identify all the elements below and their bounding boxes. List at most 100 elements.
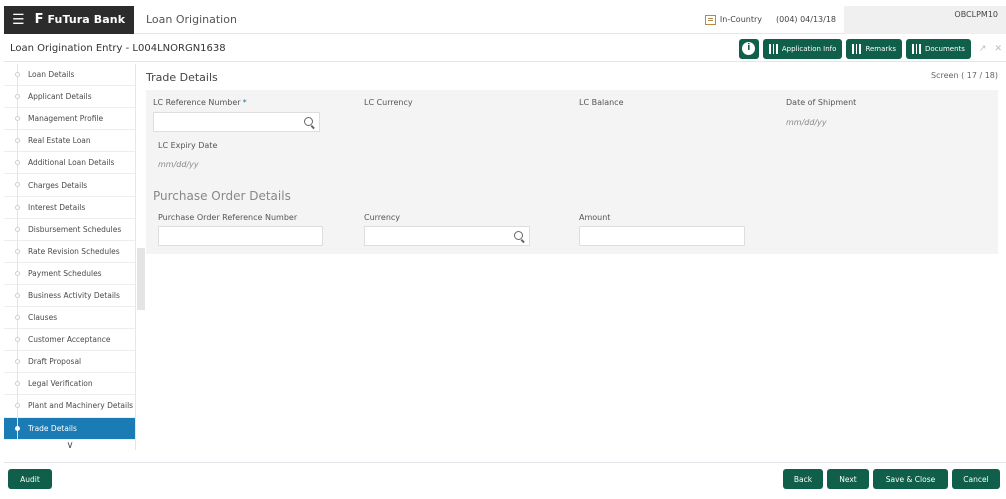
sidebar-item-plant-and-machinery-details[interactable]: Plant and Machinery Details bbox=[4, 395, 135, 418]
remarks-button[interactable]: Remarks bbox=[846, 38, 902, 59]
save-close-button[interactable]: Save & Close bbox=[873, 469, 948, 489]
chevron-down-icon[interactable]: ∨ bbox=[4, 440, 136, 460]
application-info-button[interactable]: Application Info bbox=[762, 38, 843, 59]
branch-date: (004) 04/13/18 bbox=[776, 15, 836, 24]
info-button[interactable]: i bbox=[738, 38, 759, 59]
step-dot-icon bbox=[15, 182, 20, 188]
info-icon: i bbox=[742, 42, 756, 55]
sidebar-item-label: Payment Schedules bbox=[28, 268, 102, 278]
step-dot-icon bbox=[15, 359, 20, 365]
hamburger-icon[interactable]: ☰ bbox=[12, 12, 25, 28]
step-dot-icon bbox=[15, 270, 20, 276]
sidebar-item-disbursement-schedules[interactable]: Disbursement Schedules bbox=[4, 218, 135, 241]
po-reference-input[interactable] bbox=[158, 226, 323, 246]
section-title: Trade Details bbox=[146, 71, 218, 84]
step-dot-icon bbox=[15, 72, 20, 77]
sidebar-item-label: Business Activity Details bbox=[28, 290, 120, 300]
trade-details-panel: LC Reference Number * LC Currency LC Bala… bbox=[146, 90, 998, 254]
application-info-label: Application Info bbox=[781, 44, 837, 53]
step-dot-icon bbox=[15, 381, 20, 387]
sidebar-item-legal-verification[interactable]: Legal Verification bbox=[4, 373, 135, 396]
back-button[interactable]: Back bbox=[783, 469, 823, 489]
currency-label: Currency bbox=[364, 213, 401, 222]
brand-block: ☰ F FuTura Bank bbox=[4, 5, 134, 34]
amount-label: Amount bbox=[579, 213, 611, 222]
step-dot-icon bbox=[15, 425, 20, 431]
sidebar-item-charges-details[interactable]: Charges Details bbox=[4, 174, 135, 197]
date-of-shipment-label: Date of Shipment bbox=[786, 98, 857, 107]
user-id: OBCLPM10 bbox=[954, 9, 998, 19]
step-dot-icon bbox=[15, 403, 20, 409]
step-dot-icon bbox=[15, 292, 20, 298]
currency-input[interactable] bbox=[364, 226, 530, 246]
step-dot-icon bbox=[15, 226, 20, 232]
search-icon[interactable] bbox=[514, 231, 523, 240]
search-icon[interactable] bbox=[304, 117, 313, 126]
header-actions: i Application Info Remarks Documents ↗ ✕ bbox=[738, 38, 1006, 59]
sidebar-item-label: Management Profile bbox=[28, 114, 104, 124]
step-dot-icon bbox=[15, 337, 20, 343]
lc-currency-label: LC Currency bbox=[364, 98, 413, 107]
sidebar-item-management-profile[interactable]: Management Profile bbox=[4, 108, 135, 131]
sidebar-item-real-estate-loan[interactable]: Real Estate Loan bbox=[4, 130, 135, 153]
audit-button[interactable]: Audit bbox=[8, 469, 52, 489]
footer-bar: Audit Back Next Save & Close Cancel bbox=[4, 462, 1006, 492]
purchase-order-group-title: Purchase Order Details bbox=[153, 189, 291, 203]
sidebar-item-label: Interest Details bbox=[28, 202, 86, 212]
sidebar-item-label: Rate Revision Schedules bbox=[28, 246, 120, 256]
lc-reference-label: LC Reference Number * bbox=[153, 98, 247, 107]
required-mark: * bbox=[242, 98, 247, 107]
user-menu[interactable]: OBCLPM10 bbox=[844, 5, 1006, 34]
po-reference-label: Purchase Order Reference Number bbox=[158, 213, 298, 222]
sidebar-item-interest-details[interactable]: Interest Details bbox=[4, 196, 135, 219]
sidebar-item-business-activity-details[interactable]: Business Activity Details bbox=[4, 284, 135, 308]
brand-logo-icon: F bbox=[34, 12, 44, 27]
documents-button[interactable]: Documents bbox=[905, 38, 971, 59]
sidebar-item-draft-proposal[interactable]: Draft Proposal bbox=[4, 351, 135, 374]
cancel-button[interactable]: Cancel bbox=[952, 469, 1000, 489]
sidebar: Loan Details Applicant Details Managemen… bbox=[4, 64, 136, 450]
sub-header: Loan Origination Entry - L004LNORGN1638 … bbox=[4, 36, 1006, 62]
lc-balance-label: LC Balance bbox=[579, 98, 624, 107]
sidebar-item-additional-loan-details[interactable]: Additional Loan Details bbox=[4, 152, 135, 175]
sidebar-item-clauses[interactable]: Clauses bbox=[4, 307, 135, 330]
next-button[interactable]: Next bbox=[827, 469, 869, 489]
brand-name: FuTura Bank bbox=[47, 13, 126, 26]
page-title: Loan Origination Entry - L004LNORGN1638 bbox=[10, 43, 226, 54]
sidebar-item-loan-details[interactable]: Loan Details bbox=[4, 64, 135, 87]
lc-expiry-label: LC Expiry Date bbox=[158, 141, 218, 150]
minimize-icon[interactable]: ↗ bbox=[979, 44, 987, 54]
step-dot-icon bbox=[15, 94, 20, 100]
remarks-label: Remarks bbox=[865, 44, 896, 53]
step-dot-icon bbox=[15, 204, 20, 210]
sidebar-item-label: Customer Acceptance bbox=[28, 335, 111, 345]
building-icon bbox=[704, 14, 716, 25]
sidebar-item-customer-acceptance[interactable]: Customer Acceptance bbox=[4, 329, 135, 352]
sidebar-item-label: Applicant Details bbox=[28, 92, 92, 102]
sidebar-item-rate-revision-schedules[interactable]: Rate Revision Schedules bbox=[4, 240, 135, 263]
documents-label: Documents bbox=[924, 44, 965, 53]
topbar-right: In-Country (004) 04/13/18 OBCLPM10 bbox=[704, 5, 1006, 34]
library-icon bbox=[852, 43, 862, 54]
top-bar: ☰ F FuTura Bank Loan Origination In-Coun… bbox=[4, 5, 1006, 34]
lc-expiry-field[interactable]: mm/dd/yy bbox=[158, 160, 199, 169]
step-dot-icon bbox=[15, 116, 20, 122]
sidebar-item-label: Real Estate Loan bbox=[28, 136, 91, 146]
sidebar-item-label: Trade Details bbox=[28, 423, 77, 433]
step-dot-icon bbox=[15, 160, 20, 166]
sidebar-item-label: Draft Proposal bbox=[28, 357, 82, 367]
sidebar-item-label: Legal Verification bbox=[28, 379, 93, 389]
sidebar-item-payment-schedules[interactable]: Payment Schedules bbox=[4, 262, 135, 285]
date-of-shipment-field[interactable]: mm/dd/yy bbox=[786, 118, 827, 127]
country-indicator[interactable]: In-Country bbox=[704, 14, 762, 25]
lc-reference-input[interactable] bbox=[153, 112, 320, 132]
close-icon[interactable]: ✕ bbox=[994, 44, 1002, 54]
sidebar-item-label: Disbursement Schedules bbox=[28, 224, 122, 234]
amount-input[interactable] bbox=[579, 226, 745, 246]
sidebar-item-applicant-details[interactable]: Applicant Details bbox=[4, 86, 135, 109]
sidebar-scrollbar[interactable] bbox=[137, 248, 145, 310]
step-dot-icon bbox=[15, 248, 20, 254]
screen-counter: Screen ( 17 / 18) bbox=[931, 71, 998, 80]
sidebar-item-trade-details[interactable]: Trade Details bbox=[4, 417, 135, 440]
library-icon bbox=[768, 43, 778, 54]
